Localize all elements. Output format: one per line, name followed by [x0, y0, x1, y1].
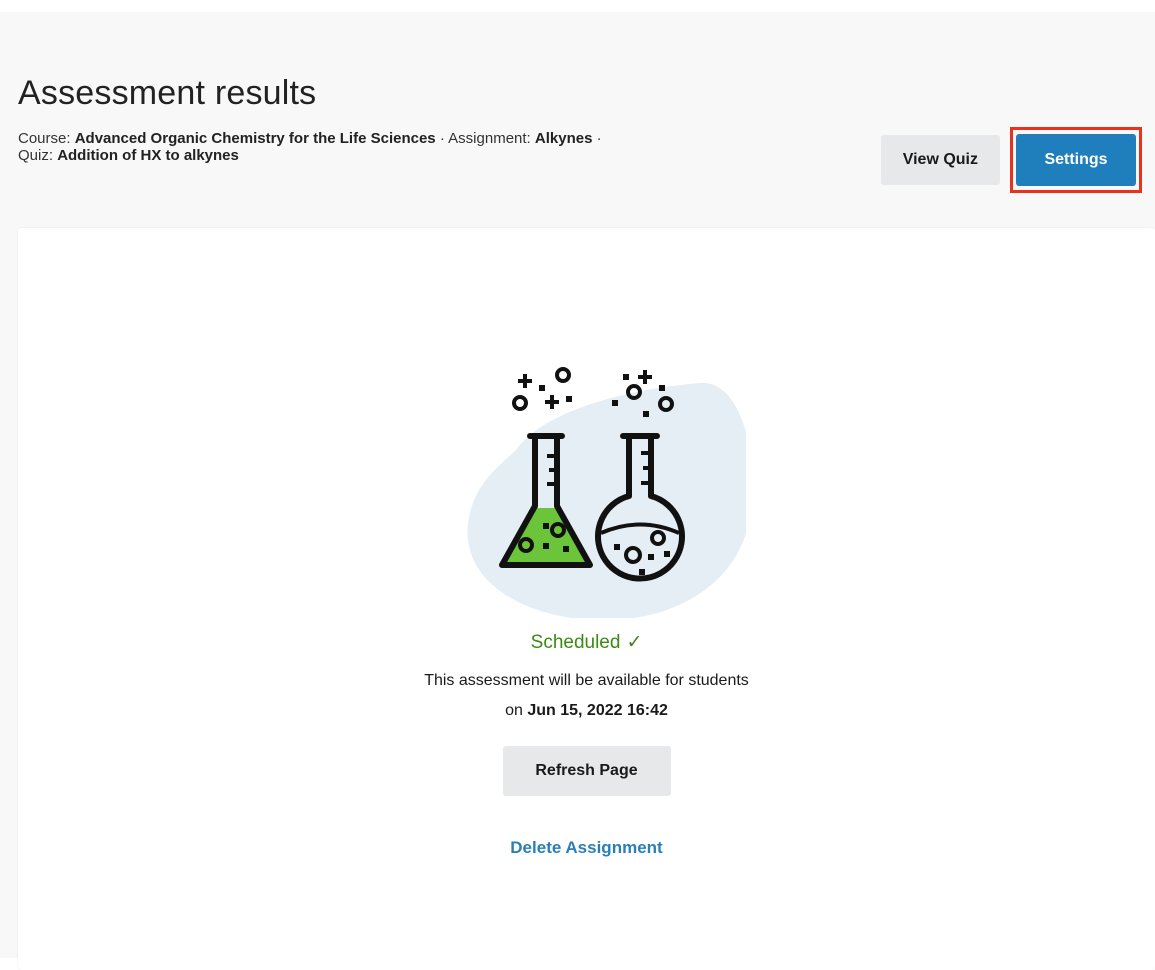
status-text: Scheduled — [530, 632, 621, 653]
check-icon: ✓ — [626, 632, 643, 653]
quiz-name: Addition of HX to alkynes — [57, 147, 239, 164]
assignment-name: Alkynes — [534, 130, 593, 147]
page-header: Assessment results Course: Advanced Orga… — [18, 72, 1148, 193]
refresh-page-button[interactable]: Refresh Page — [502, 746, 671, 796]
availability-prefix: on — [505, 702, 523, 719]
assignment-label: Assignment: — [448, 130, 531, 147]
view-quiz-button[interactable]: View Quiz — [880, 135, 1000, 185]
chemistry-flasks-icon — [467, 367, 746, 618]
header-actions: View Quiz Settings — [880, 127, 1142, 193]
results-card: Scheduled ✓ This assessment will be avail… — [18, 228, 1155, 970]
availability-message: This assessment will be available for st… — [18, 666, 1155, 726]
status-label: Scheduled ✓ — [18, 631, 1155, 654]
settings-button[interactable]: Settings — [1016, 134, 1136, 186]
breadcrumb: Course: Advanced Organic Chemistry for t… — [18, 130, 798, 164]
breadcrumb-separator: · — [596, 130, 602, 147]
page-title: Assessment results — [18, 74, 317, 112]
breadcrumb-separator: · — [439, 130, 445, 147]
settings-highlight: Settings — [1010, 127, 1142, 193]
course-name: Advanced Organic Chemistry for the Life … — [74, 130, 436, 147]
course-label: Course: — [18, 130, 71, 147]
quiz-label: Quiz: — [18, 147, 54, 164]
bubbles-left — [512, 367, 572, 411]
availability-text: This assessment will be available for st… — [424, 672, 749, 689]
background-blob — [467, 382, 746, 618]
delete-assignment-link[interactable]: Delete Assignment — [18, 838, 1155, 858]
availability-date-line: on Jun 15, 2022 16:42 — [18, 696, 1155, 726]
availability-date: Jun 15, 2022 16:42 — [527, 702, 668, 719]
page: Assessment results Course: Advanced Orga… — [0, 12, 1155, 970]
refresh-container: Refresh Page — [18, 746, 1155, 796]
